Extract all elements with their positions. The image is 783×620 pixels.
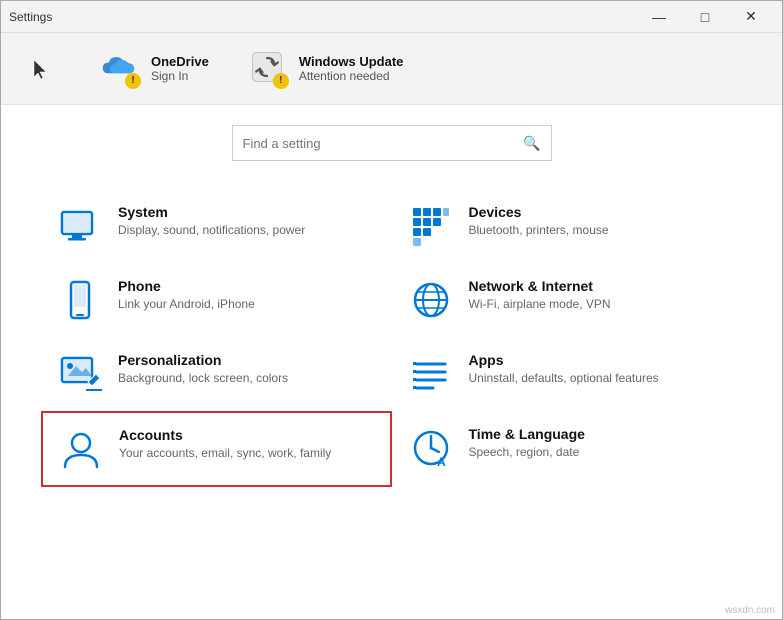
minimize-button[interactable]: — <box>636 1 682 33</box>
settings-item-system[interactable]: System Display, sound, notifications, po… <box>41 189 392 263</box>
phone-text: Phone Link your Android, iPhone <box>118 278 255 313</box>
search-bar-wrap: 🔍 <box>41 125 742 161</box>
onedrive-title: OneDrive <box>151 54 209 69</box>
settings-item-time[interactable]: A Time & Language Speech, region, date <box>392 411 743 487</box>
network-icon <box>409 278 453 322</box>
time-title: Time & Language <box>469 426 585 442</box>
network-text: Network & Internet Wi-Fi, airplane mode,… <box>469 278 611 313</box>
accounts-text: Accounts Your accounts, email, sync, wor… <box>119 427 331 462</box>
cursor-icon <box>29 57 53 81</box>
devices-title: Devices <box>469 204 609 220</box>
time-text: Time & Language Speech, region, date <box>469 426 585 461</box>
apps-text: Apps Uninstall, defaults, optional featu… <box>469 352 659 387</box>
personalization-text: Personalization Background, lock screen,… <box>118 352 288 387</box>
phone-icon <box>58 278 102 322</box>
windows-update-title: Windows Update <box>299 54 404 69</box>
devices-sub: Bluetooth, printers, mouse <box>469 222 609 239</box>
system-sub: Display, sound, notifications, power <box>118 222 305 239</box>
personalization-title: Personalization <box>118 352 288 368</box>
settings-item-devices[interactable]: Devices Bluetooth, printers, mouse <box>392 189 743 263</box>
windows-update-text: Windows Update Attention needed <box>299 54 404 83</box>
network-title: Network & Internet <box>469 278 611 294</box>
onedrive-subtitle: Sign In <box>151 69 209 83</box>
settings-item-apps[interactable]: Apps Uninstall, defaults, optional featu… <box>392 337 743 411</box>
windows-update-subtitle: Attention needed <box>299 69 404 83</box>
personalization-icon <box>58 352 102 396</box>
windows-update-badge: ! <box>273 73 289 89</box>
system-title: System <box>118 204 305 220</box>
network-sub: Wi-Fi, airplane mode, VPN <box>469 296 611 313</box>
accounts-icon <box>59 427 103 471</box>
onedrive-badge: ! <box>125 73 141 89</box>
maximize-button[interactable]: □ <box>682 1 728 33</box>
settings-grid: System Display, sound, notifications, po… <box>41 189 742 487</box>
devices-icon <box>409 204 453 248</box>
onedrive-text: OneDrive Sign In <box>151 54 209 83</box>
close-button[interactable]: ✕ <box>728 1 774 33</box>
windows-update-notification[interactable]: ! Windows Update Attention needed <box>249 49 404 89</box>
notification-banner: ! OneDrive Sign In ! Windows Update Atte… <box>1 33 782 105</box>
windows-update-icon-wrap: ! <box>249 49 289 89</box>
cursor-area <box>21 49 61 89</box>
settings-item-phone[interactable]: Phone Link your Android, iPhone <box>41 263 392 337</box>
apps-icon <box>409 352 453 396</box>
watermark: wsxdn.com <box>725 605 775 616</box>
settings-item-accounts[interactable]: Accounts Your accounts, email, sync, wor… <box>41 411 392 487</box>
system-icon <box>58 204 102 248</box>
svg-text:A: A <box>437 455 446 469</box>
window-controls: — □ ✕ <box>636 1 774 33</box>
onedrive-icon-wrap: ! <box>101 49 141 89</box>
settings-item-network[interactable]: Network & Internet Wi-Fi, airplane mode,… <box>392 263 743 337</box>
phone-sub: Link your Android, iPhone <box>118 296 255 313</box>
time-sub: Speech, region, date <box>469 444 585 461</box>
phone-title: Phone <box>118 278 255 294</box>
search-icon: 🔍 <box>523 135 540 152</box>
personalization-sub: Background, lock screen, colors <box>118 370 288 387</box>
window-title: Settings <box>9 10 52 24</box>
apps-sub: Uninstall, defaults, optional features <box>469 370 659 387</box>
search-input[interactable] <box>243 136 524 151</box>
settings-item-personalization[interactable]: Personalization Background, lock screen,… <box>41 337 392 411</box>
apps-title: Apps <box>469 352 659 368</box>
accounts-title: Accounts <box>119 427 331 443</box>
main-content: 🔍 System Display, sound, notifications, … <box>1 105 782 497</box>
title-bar: Settings — □ ✕ <box>1 1 782 33</box>
onedrive-notification[interactable]: ! OneDrive Sign In <box>101 49 209 89</box>
time-icon: A <box>409 426 453 470</box>
search-bar[interactable]: 🔍 <box>232 125 552 161</box>
accounts-sub: Your accounts, email, sync, work, family <box>119 445 331 462</box>
system-text: System Display, sound, notifications, po… <box>118 204 305 239</box>
devices-text: Devices Bluetooth, printers, mouse <box>469 204 609 239</box>
